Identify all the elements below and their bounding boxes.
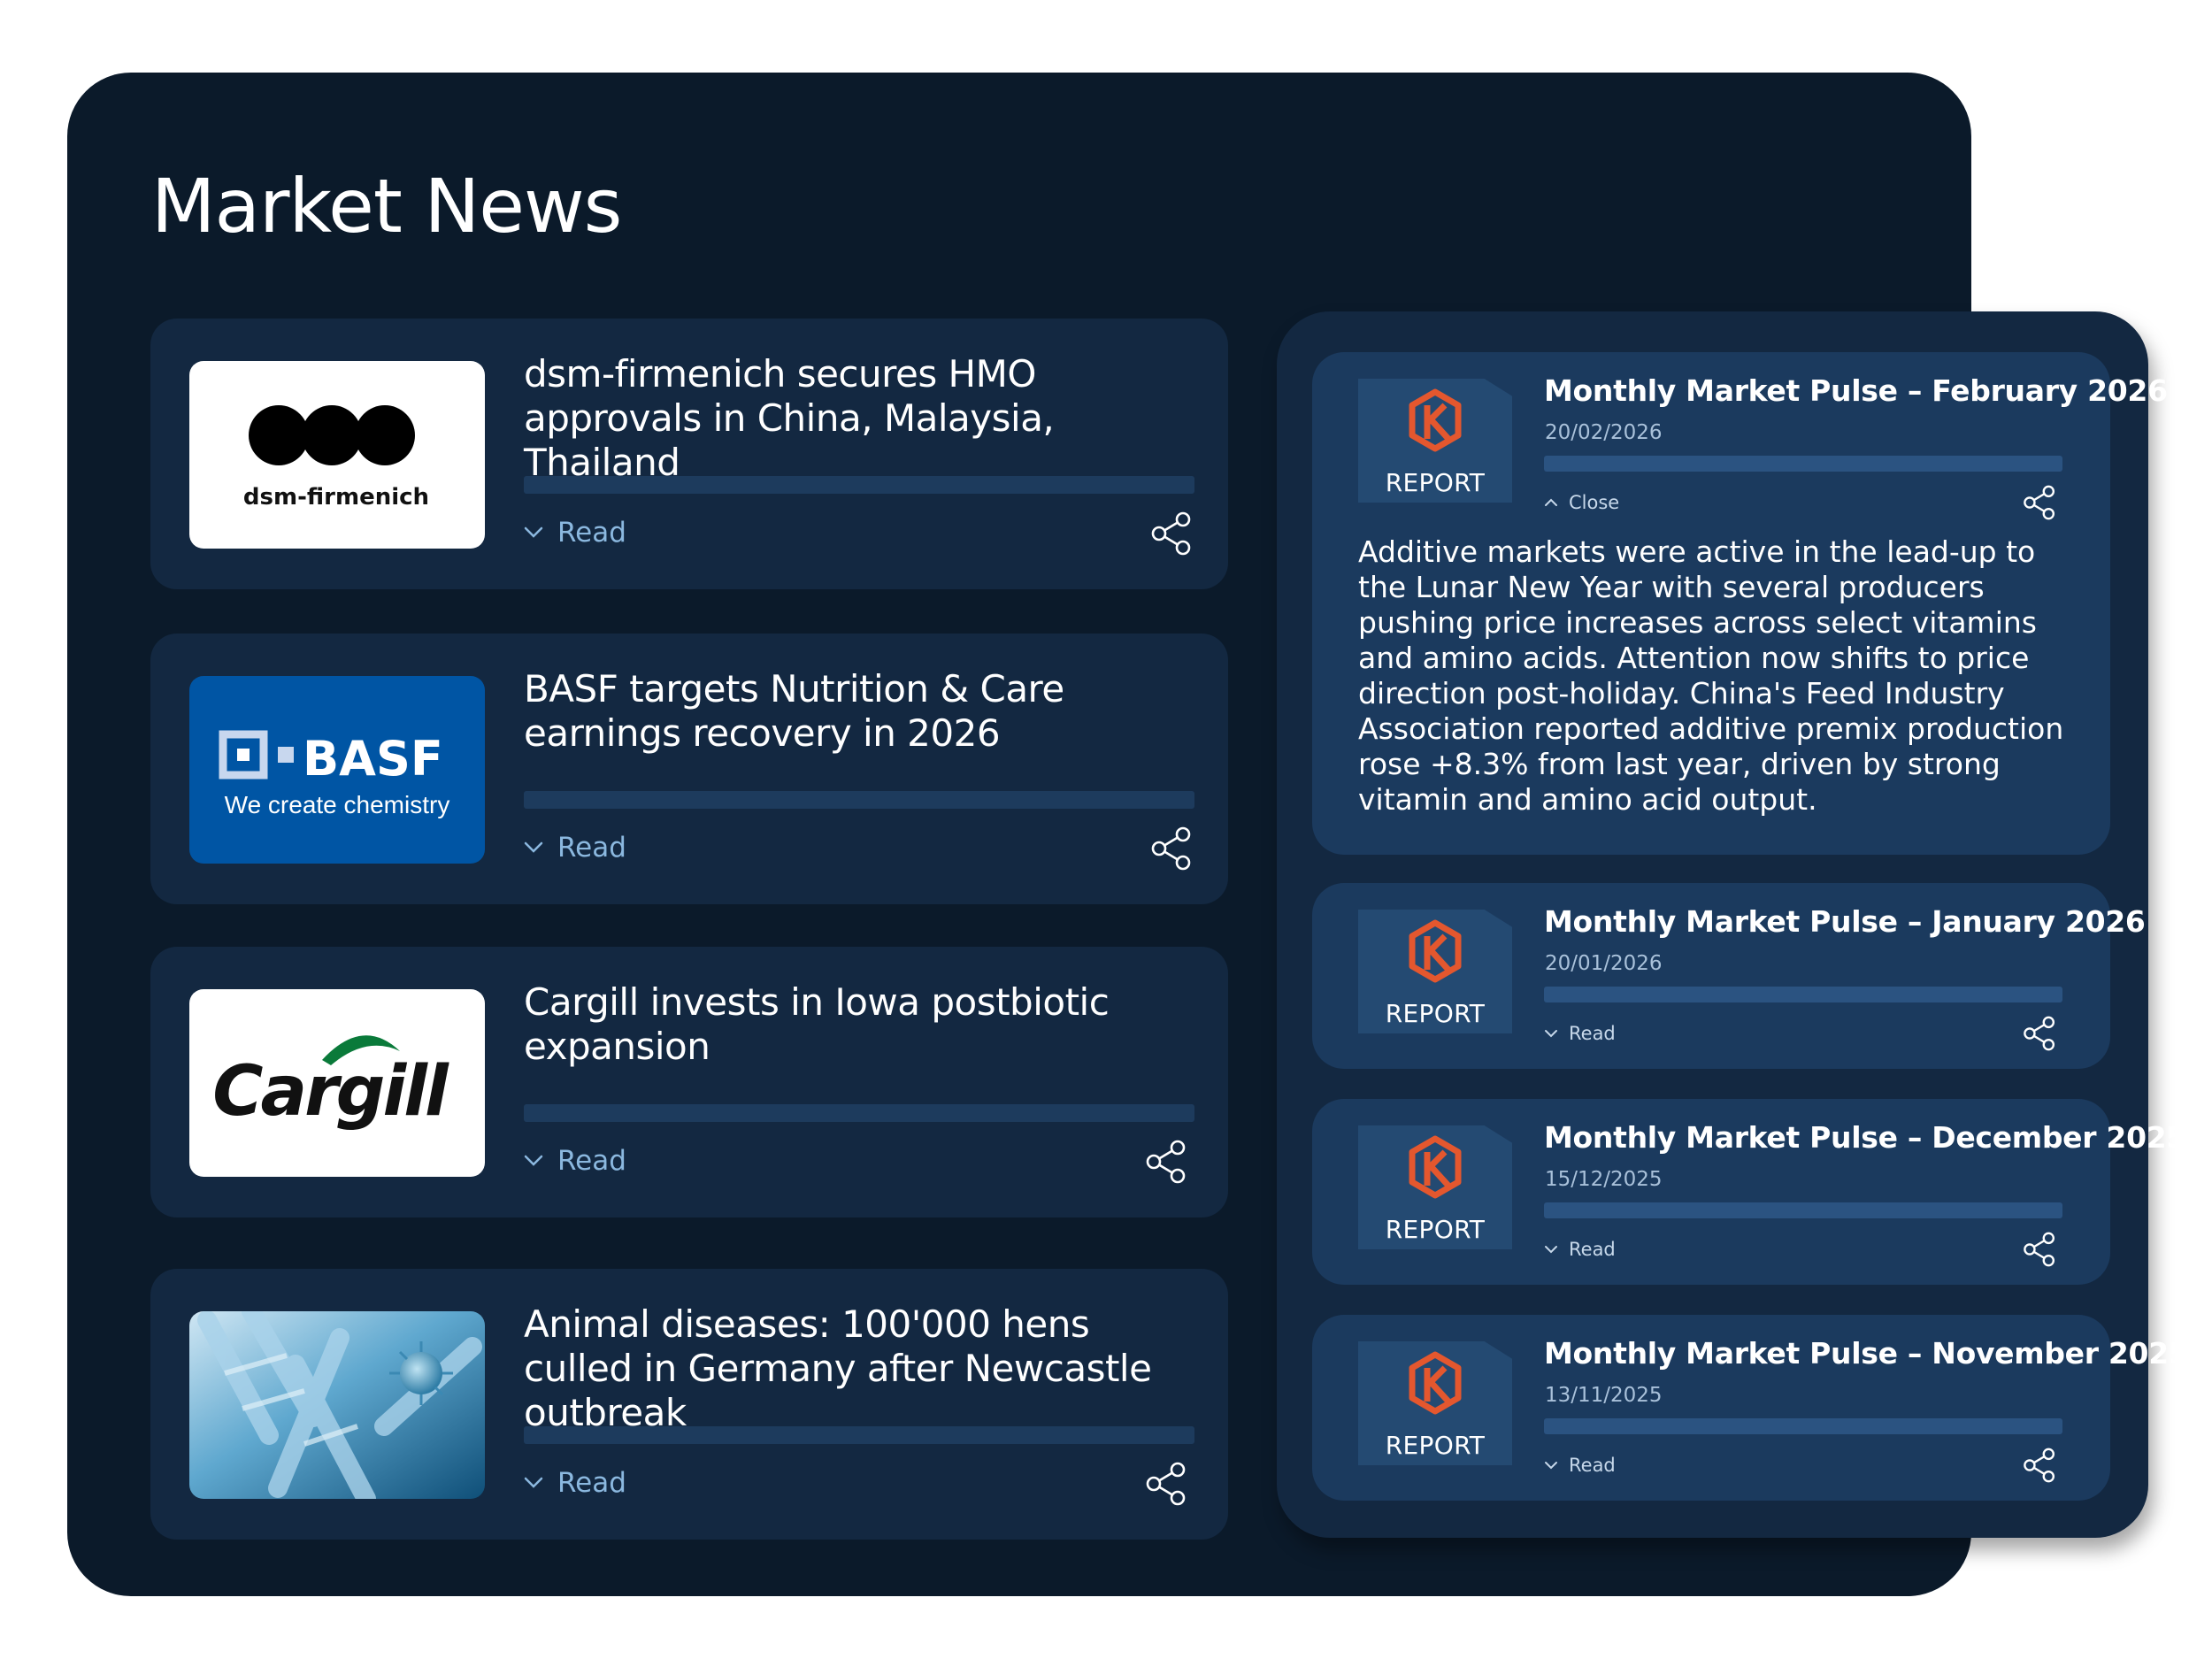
report-progress-bar: [1544, 1202, 2062, 1218]
report-progress-bar: [1544, 456, 2062, 472]
report-card-november-2025[interactable]: REPORT Monthly Market Pulse – November 2…: [1312, 1315, 2189, 1501]
report-title[interactable]: Monthly Market Pulse – February 2026: [1544, 373, 2168, 408]
news-title[interactable]: Animal diseases: 100'000 hens culled in …: [524, 1302, 1205, 1435]
report-title[interactable]: Monthly Market Pulse – December 2025: [1544, 1120, 2186, 1155]
basf-logo-text: BASF: [303, 731, 443, 787]
virus-image: [189, 1311, 485, 1499]
read-toggle[interactable]: Read: [1544, 1023, 1616, 1044]
report-date: 20/01/2026: [1545, 952, 1663, 975]
read-label: Read: [557, 1145, 626, 1177]
news-progress-bar: [524, 1426, 1194, 1444]
report-date: 15/12/2025: [1545, 1168, 1663, 1191]
report-label: REPORT: [1385, 999, 1486, 1028]
read-label: Read: [557, 517, 626, 549]
read-toggle[interactable]: Read: [524, 830, 626, 865]
report-title[interactable]: Monthly Market Pulse – January 2026: [1544, 904, 2146, 939]
share-icon[interactable]: [2023, 1448, 2056, 1483]
read-toggle[interactable]: Read: [524, 515, 626, 550]
report-icon: REPORT: [1358, 1341, 1512, 1465]
report-card-december-2025[interactable]: REPORT Monthly Market Pulse – December 2…: [1312, 1099, 2186, 1285]
news-progress-bar: [524, 1104, 1194, 1122]
report-logo-icon: [1409, 919, 1462, 983]
news-title[interactable]: BASF targets Nutrition & Care earnings r…: [524, 667, 1205, 756]
report-icon: REPORT: [1358, 1125, 1512, 1249]
report-logo-icon: [1409, 1135, 1462, 1199]
report-title[interactable]: Monthly Market Pulse – November 2025: [1544, 1336, 2189, 1371]
cargill-logo: Cargill ™: [189, 989, 485, 1177]
chevron-up-icon: [1545, 498, 1557, 506]
dsm-firmenich-logo: dsm-firmenich: [189, 361, 485, 549]
dsm-firmenich-logo-text: dsm-firmenich: [243, 484, 429, 511]
news-title[interactable]: dsm-firmenich secures HMO approvals in C…: [524, 352, 1205, 485]
cargill-trademark: ™: [441, 1061, 451, 1073]
chevron-down-icon: [524, 526, 543, 538]
news-progress-bar: [524, 791, 1194, 809]
report-icon: REPORT: [1358, 910, 1512, 1033]
read-label: Read: [557, 832, 626, 864]
news-card-animal-diseases[interactable]: Animal diseases: 100'000 hens culled in …: [150, 1269, 1228, 1540]
news-progress-bar: [524, 476, 1194, 494]
read-toggle[interactable]: Read: [1544, 1239, 1616, 1260]
report-icon: REPORT: [1358, 379, 1512, 503]
close-toggle[interactable]: Close: [1544, 492, 1619, 513]
chevron-down-icon: [1545, 1030, 1557, 1038]
chevron-down-icon: [524, 841, 543, 853]
close-label: Close: [1569, 492, 1620, 513]
reports-panel: REPORT Monthly Market Pulse – February 2…: [1277, 311, 2189, 1538]
page-title: Market News: [151, 163, 622, 250]
report-card-february-2026[interactable]: REPORT Monthly Market Pulse – February 2…: [1312, 352, 2168, 855]
news-card-cargill[interactable]: Cargill ™ Cargill invests in Iowa postbi…: [150, 947, 1228, 1217]
chevron-down-icon: [524, 1477, 543, 1488]
share-icon[interactable]: [1150, 826, 1193, 871]
share-icon[interactable]: [2023, 1016, 2056, 1051]
read-toggle[interactable]: Read: [1544, 1455, 1616, 1476]
read-label: Read: [1569, 1239, 1616, 1260]
news-card-dsm-firmenich[interactable]: dsm-firmenich dsm-firmenich secures HMO …: [150, 319, 1228, 589]
cargill-logo-text: Cargill: [212, 1052, 449, 1132]
share-icon[interactable]: [1145, 1462, 1187, 1506]
read-label: Read: [1569, 1023, 1616, 1044]
read-label: Read: [557, 1467, 626, 1499]
read-label: Read: [1569, 1455, 1616, 1476]
report-label: REPORT: [1385, 1215, 1486, 1244]
report-body: Additive markets were active in the lead…: [1358, 534, 2064, 817]
news-title[interactable]: Cargill invests in Iowa postbiotic expan…: [524, 980, 1205, 1069]
report-progress-bar: [1544, 1418, 2062, 1434]
report-label: REPORT: [1385, 468, 1486, 497]
chevron-down-icon: [524, 1155, 543, 1166]
report-progress-bar: [1544, 987, 2062, 1002]
basf-logo: BASF We create chemistry: [189, 676, 485, 864]
report-card-january-2026[interactable]: REPORT Monthly Market Pulse – January 20…: [1312, 883, 2146, 1069]
share-icon[interactable]: [2023, 1232, 2056, 1267]
report-logo-icon: [1409, 1351, 1462, 1415]
report-label: REPORT: [1385, 1431, 1486, 1460]
read-toggle[interactable]: Read: [524, 1143, 626, 1179]
share-icon[interactable]: [2023, 485, 2056, 520]
basf-tagline: We create chemistry: [225, 791, 450, 818]
chevron-down-icon: [1545, 1246, 1557, 1254]
share-icon[interactable]: [1150, 511, 1193, 556]
chevron-down-icon: [1545, 1462, 1557, 1470]
share-icon[interactable]: [1145, 1140, 1187, 1184]
read-toggle[interactable]: Read: [524, 1465, 626, 1501]
report-date: 13/11/2025: [1545, 1384, 1663, 1407]
news-card-basf[interactable]: BASF We create chemistry BASF targets Nu…: [150, 634, 1228, 904]
report-logo-icon: [1409, 388, 1462, 452]
report-date: 20/02/2026: [1545, 421, 1663, 444]
